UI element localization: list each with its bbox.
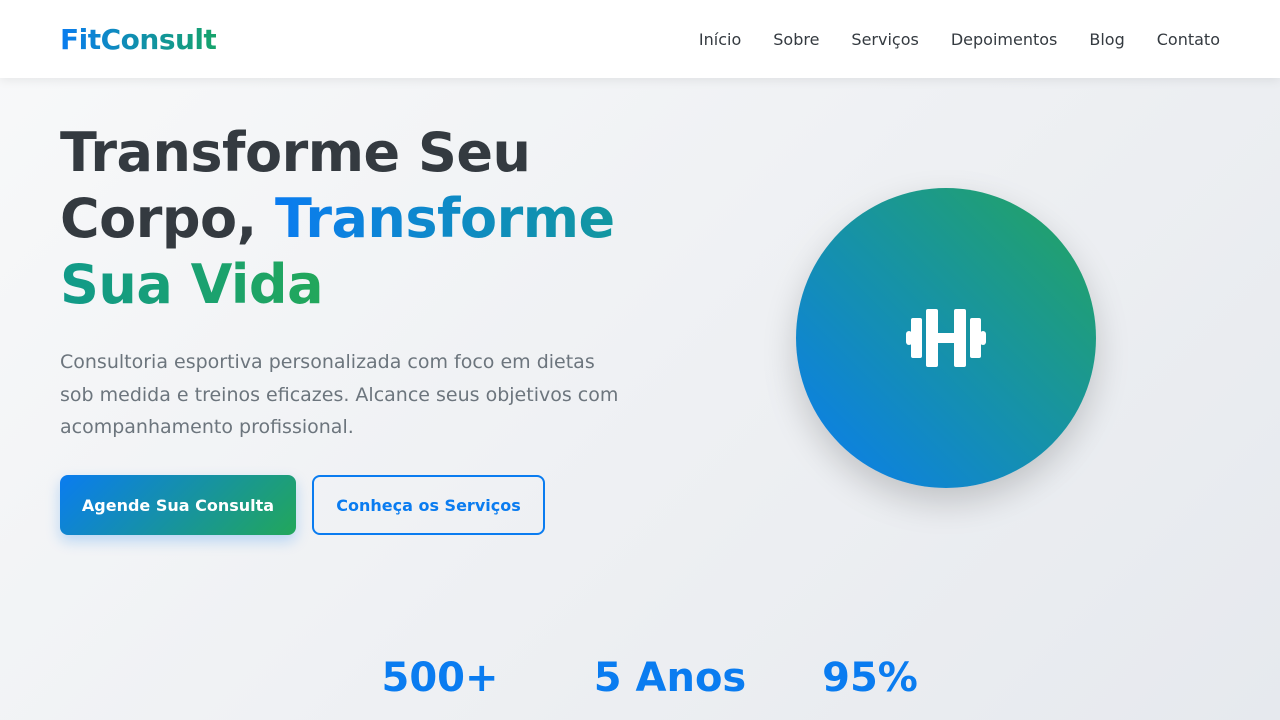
nav-item-sobre: Sobre — [773, 30, 819, 49]
nav-item-servicos: Serviços — [851, 30, 918, 49]
nav-item-inicio: Início — [699, 30, 741, 49]
navbar: FitConsult Início Sobre Serviços Depoime… — [0, 0, 1280, 78]
hero-title: Transforme Seu Corpo, Transforme Sua Vida — [60, 120, 660, 318]
nav-item-depoimentos: Depoimentos — [951, 30, 1058, 49]
nav-link-depoimentos[interactable]: Depoimentos — [951, 30, 1058, 49]
nav-link-blog[interactable]: Blog — [1089, 30, 1124, 49]
hero-image-circle — [796, 188, 1096, 488]
view-services-button[interactable]: Conheça os Serviços — [312, 475, 545, 535]
nav-link-servicos[interactable]: Serviços — [851, 30, 918, 49]
dumbbell-icon — [906, 309, 986, 367]
nav-item-contato: Contato — [1157, 30, 1220, 49]
hero-title-highlight-1: Transforme — [274, 187, 615, 250]
brand-logo[interactable]: FitConsult — [60, 23, 217, 56]
nav-link-contato[interactable]: Contato — [1157, 30, 1220, 49]
stat-experience-value: 5 Anos — [593, 655, 747, 701]
schedule-consultation-button[interactable]: Agende Sua Consulta — [60, 475, 296, 535]
nav-item-blog: Blog — [1089, 30, 1124, 49]
nav-link-inicio[interactable]: Início — [699, 30, 741, 49]
hero-title-highlight-2: Sua Vida — [60, 253, 324, 316]
stat-clients-value: 500+ — [381, 655, 499, 701]
hero-subtitle: Consultoria esportiva personalizada com … — [60, 351, 619, 438]
nav-menu: Início Sobre Serviços Depoimentos Blog C… — [699, 30, 1220, 49]
stat-satisfaction-value: 95% — [822, 655, 918, 701]
nav-link-sobre[interactable]: Sobre — [773, 30, 819, 49]
